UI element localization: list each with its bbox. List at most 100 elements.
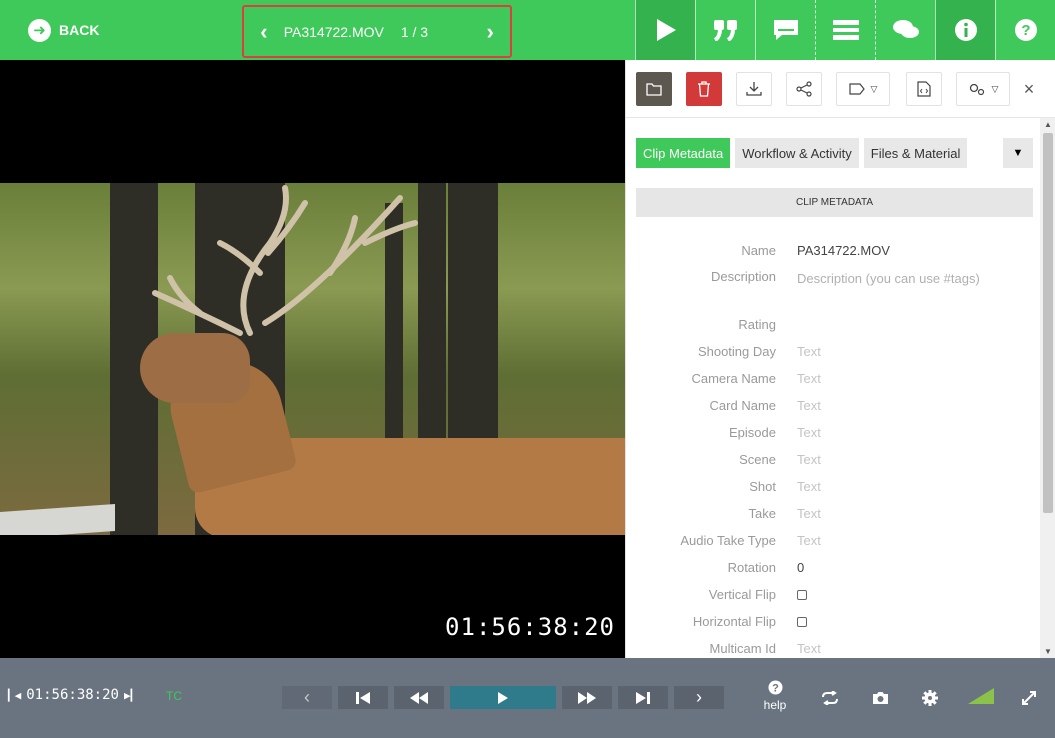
video-frame [0, 183, 625, 535]
next-clip-icon[interactable]: › [470, 19, 510, 45]
label-dropdown-button[interactable]: ▽ [836, 72, 890, 106]
gear-icon [922, 690, 938, 706]
tag-icon [848, 83, 865, 95]
shot-field[interactable]: Text [797, 479, 821, 494]
clip-filename: PA314722.MOV [283, 23, 384, 40]
loop-button[interactable] [818, 688, 842, 708]
field-label: Rating [738, 317, 776, 332]
scrollbar-thumb[interactable] [1043, 133, 1053, 513]
rewind-icon [410, 691, 428, 704]
help-label: help [763, 698, 787, 712]
quote-view-button[interactable] [695, 0, 755, 60]
panel-toolbar: ▽ ▽ × [626, 60, 1055, 118]
tab-clip-metadata[interactable]: Clip Metadata [636, 138, 731, 168]
video-player[interactable]: 01:56:38:20 [0, 60, 625, 658]
section-header: CLIP METADATA [636, 188, 1033, 217]
snapshot-button[interactable] [868, 688, 892, 708]
list-view-button[interactable] [815, 0, 875, 60]
share-icon [796, 81, 812, 97]
mark-in-icon[interactable]: ▎◀ [8, 689, 21, 702]
help-icon: ? [768, 680, 782, 695]
name-field[interactable]: PA314722.MOV [797, 243, 890, 258]
field-label: Shot [749, 479, 776, 494]
antlers [152, 185, 418, 336]
chevron-down-icon: ▽ [991, 83, 999, 94]
shooting-day-field[interactable]: Text [797, 344, 821, 359]
fullscreen-button[interactable] [1018, 688, 1040, 708]
fence [0, 503, 115, 535]
tabs-more-button[interactable]: ▼ [1003, 138, 1033, 168]
scene-field[interactable]: Text [797, 452, 821, 467]
play-icon [656, 19, 676, 41]
scroll-up-icon[interactable]: ▲ [1040, 120, 1055, 129]
loop-icon [822, 691, 838, 705]
chevron-left-icon: ‹ [304, 687, 310, 707]
audio-take-type-field[interactable]: Text [797, 533, 821, 548]
chevron-right-icon: › [696, 687, 702, 707]
panel-scrollbar[interactable]: ▲ ▼ [1040, 118, 1055, 658]
play-view-button[interactable] [635, 0, 695, 60]
vertical-flip-checkbox[interactable] [797, 587, 807, 600]
transport-timecode-value: 01:56:38:20 [26, 687, 119, 703]
previous-frame-button[interactable]: ‹ [282, 686, 332, 709]
gears-icon [969, 83, 984, 96]
skip-back-icon [356, 691, 370, 704]
take-field[interactable]: Text [797, 506, 821, 521]
fast-forward-button[interactable] [562, 686, 612, 709]
timecode-mode-label[interactable]: TC [166, 689, 182, 703]
info-view-button[interactable] [935, 0, 995, 60]
view-toolbar: ? [635, 0, 1055, 60]
field-label: Description [710, 269, 776, 284]
delete-button[interactable] [686, 72, 722, 106]
quote-icon [713, 20, 737, 41]
scroll-down-icon[interactable]: ▼ [1040, 647, 1055, 656]
download-button[interactable] [736, 72, 772, 106]
camera-name-field[interactable]: Text [797, 371, 821, 386]
close-panel-button[interactable]: × [1018, 72, 1040, 106]
mark-out-icon[interactable]: ▶▎ [124, 689, 137, 702]
help-view-button[interactable]: ? [995, 0, 1055, 60]
multicam-id-field[interactable]: Text [797, 641, 821, 656]
go-to-end-button[interactable] [618, 686, 668, 709]
subtitles-view-button[interactable] [755, 0, 815, 60]
play-icon [498, 691, 508, 704]
export-file-button[interactable] [906, 72, 942, 106]
card-name-field[interactable]: Text [797, 398, 821, 413]
episode-field[interactable]: Text [797, 425, 821, 440]
tab-workflow-activity[interactable]: Workflow & Activity [735, 138, 859, 168]
trash-icon [698, 81, 710, 97]
rewind-button[interactable] [394, 686, 444, 709]
settings-dropdown-button[interactable]: ▽ [956, 72, 1010, 106]
subtitles-icon [773, 20, 798, 40]
settings-button[interactable] [918, 688, 942, 708]
expand-icon [1022, 691, 1036, 705]
folder-button[interactable] [636, 72, 672, 106]
field-label: Rotation [727, 560, 776, 575]
clip-position: 1 / 3 [400, 23, 429, 40]
help-button[interactable]: ? help [760, 680, 790, 712]
video-timecode: 01:56:38:20 [445, 613, 615, 641]
field-label: Card Name [709, 398, 776, 413]
horizontal-flip-checkbox[interactable] [797, 614, 807, 627]
panel-tabs: Clip Metadata Workflow & Activity Files … [636, 138, 972, 168]
skip-forward-icon [636, 691, 650, 704]
previous-clip-icon[interactable]: ‹ [244, 19, 284, 45]
tab-files-material[interactable]: Files & Material [863, 138, 968, 168]
share-button[interactable] [786, 72, 822, 106]
field-label: Shooting Day [697, 344, 776, 359]
field-label: Take [748, 506, 776, 521]
close-icon: × [1023, 78, 1035, 99]
svg-text:?: ? [1021, 22, 1030, 39]
transport-bar: ▎◀ 01:56:38:20 ▶▎ TC ‹ › ? help [0, 658, 1055, 738]
volume-button[interactable] [966, 686, 996, 706]
rotation-field[interactable]: 0 [797, 560, 804, 575]
play-button[interactable] [450, 686, 556, 709]
go-to-start-button[interactable] [338, 686, 388, 709]
back-button[interactable]: ➜ BACK [28, 18, 99, 42]
next-frame-button[interactable]: › [674, 686, 724, 709]
description-field[interactable]: Description (you can use #tags) [797, 269, 987, 289]
metadata-panel: ▽ ▽ × Clip Metadata Workflow & Activity … [625, 60, 1055, 658]
transport-timecode: ▎◀ 01:56:38:20 ▶▎ [8, 687, 137, 703]
chat-view-button[interactable] [875, 0, 935, 60]
camera-icon [872, 692, 888, 704]
